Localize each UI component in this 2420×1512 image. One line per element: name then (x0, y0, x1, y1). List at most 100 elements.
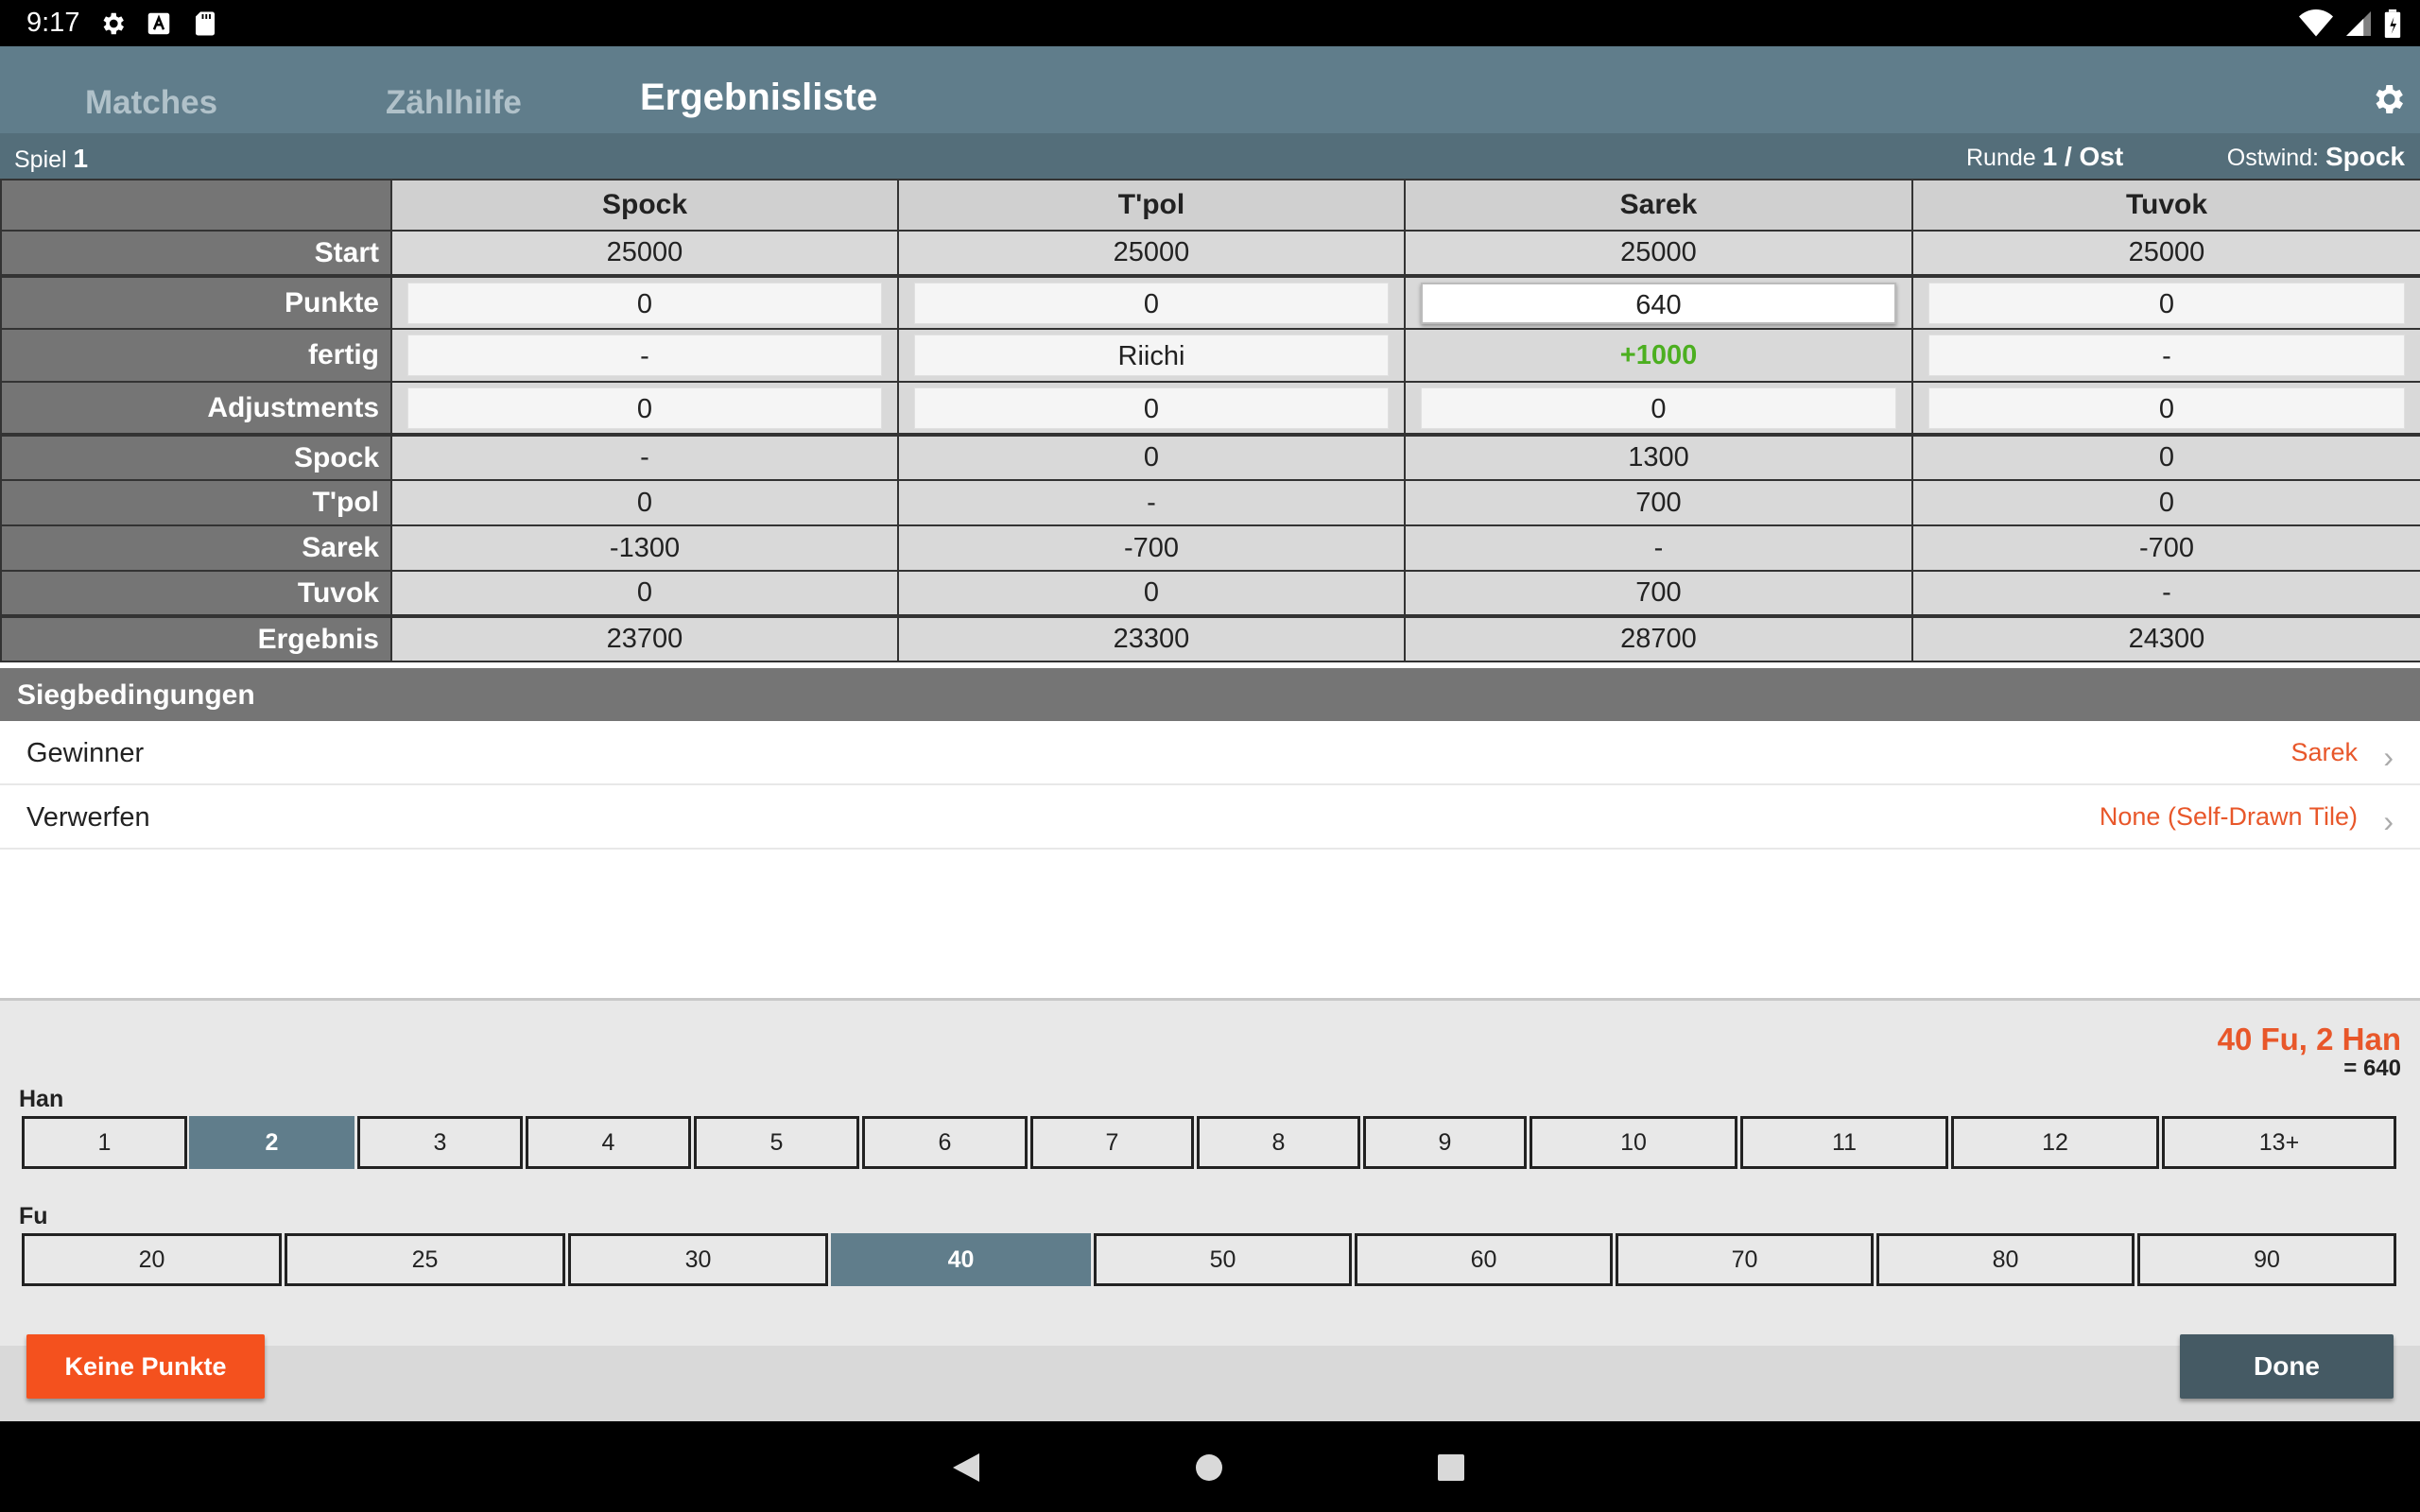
fertig-toggle[interactable]: Riichi (914, 335, 1389, 376)
back-icon[interactable] (951, 1452, 981, 1484)
start-cell: 25000 (390, 230, 899, 277)
signal-icon (2346, 11, 2371, 36)
han-option[interactable]: 1 (22, 1116, 187, 1169)
tab-ergebnisliste[interactable]: Ergebnisliste (640, 77, 877, 119)
start-cell: 25000 (1911, 230, 2420, 277)
han-option[interactable]: 6 (862, 1116, 1028, 1169)
transfer-cell: 700 (1404, 570, 1913, 617)
punkte-cell: 640 (1404, 274, 1913, 330)
han-option[interactable]: 3 (357, 1116, 523, 1169)
fu-option-selected[interactable]: 40 (831, 1233, 1091, 1286)
row-label-start: Start (0, 230, 392, 277)
row-label-transfer: Spock (0, 433, 392, 481)
home-icon[interactable] (1195, 1453, 1223, 1482)
row-label-punkte: Punkte (0, 274, 392, 330)
adjustments-cell: 0 (390, 381, 899, 436)
fertig-cell: +1000 (1404, 328, 1913, 383)
adjustments-input[interactable]: 0 (1928, 387, 2405, 429)
transfer-cell: - (390, 433, 899, 481)
fu-option[interactable]: 25 (285, 1233, 565, 1286)
score-result-points: = 640 (2343, 1056, 2401, 1081)
verwerfen-row[interactable]: Verwerfen None (Self-Drawn Tile) › (0, 785, 2420, 850)
fu-option[interactable]: 80 (1876, 1233, 2135, 1286)
runde-label: Runde (1966, 145, 2036, 171)
table-corner (0, 179, 392, 232)
fertig-cell: - (390, 328, 899, 383)
han-option[interactable]: 9 (1363, 1116, 1527, 1169)
fertig-cell: Riichi (897, 328, 1406, 383)
punkte-input-selected[interactable]: 640 (1421, 282, 1896, 324)
transfer-cell: 0 (1911, 479, 2420, 526)
fertig-row: fertig - Riichi +1000 - (0, 328, 2420, 383)
transfer-cell: -1300 (390, 524, 899, 572)
keine-punkte-button[interactable]: Keine Punkte (26, 1334, 265, 1399)
game-info-bar: Spiel 1 Runde 1 / Ost Ostwind: Spock (0, 133, 2420, 179)
row-label-transfer: Tuvok (0, 570, 392, 617)
fu-option[interactable]: 50 (1094, 1233, 1352, 1286)
transfer-row: Spock - 0 1300 0 (0, 433, 2420, 481)
han-option[interactable]: 8 (1197, 1116, 1360, 1169)
ostwind-value: Spock (2325, 142, 2405, 171)
han-option-selected[interactable]: 2 (189, 1116, 354, 1169)
adjustments-row: Adjustments 0 0 0 0 (0, 381, 2420, 436)
tab-matches[interactable]: Matches (85, 84, 217, 122)
transfer-cell: 0 (897, 433, 1406, 481)
settings-gear-icon[interactable] (2369, 80, 2407, 118)
han-option[interactable]: 13+ (2162, 1116, 2396, 1169)
transfer-cell: 700 (1404, 479, 1913, 526)
results-table: Spock T'pol Sarek Tuvok Start 25000 2500… (0, 179, 2420, 662)
han-option[interactable]: 7 (1030, 1116, 1194, 1169)
gewinner-value: Sarek (2290, 738, 2358, 766)
adjustments-input[interactable]: 0 (407, 387, 882, 429)
punkte-cell: 0 (1911, 274, 2420, 330)
ergebnis-cell: 28700 (1404, 614, 1913, 662)
status-right (2299, 9, 2401, 38)
row-label-transfer: Sarek (0, 524, 392, 572)
han-label: Han (19, 1086, 64, 1112)
tab-zaehlhilfe[interactable]: Zählhilfe (386, 84, 522, 122)
start-row: Start 25000 25000 25000 25000 (0, 230, 2420, 277)
recents-icon[interactable] (1437, 1453, 1465, 1482)
settings-status-icon (103, 12, 124, 35)
adjustments-input[interactable]: 0 (914, 387, 1389, 429)
score-result: 40 Fu, 2 Han (2217, 1022, 2401, 1057)
han-option[interactable]: 5 (694, 1116, 859, 1169)
han-option[interactable]: 10 (1530, 1116, 1737, 1169)
transfer-row: T'pol 0 - 700 0 (0, 479, 2420, 526)
player-header: Spock (390, 179, 899, 232)
ergebnis-cell: 23700 (390, 614, 899, 662)
punkte-input[interactable]: 0 (407, 282, 882, 324)
ostwind-label: Ostwind: (2226, 145, 2320, 171)
adjustments-input[interactable]: 0 (1421, 387, 1896, 429)
keyboard-status-icon (147, 12, 170, 35)
fu-option[interactable]: 90 (2137, 1233, 2396, 1286)
fertig-toggle[interactable]: - (407, 335, 882, 376)
han-option[interactable]: 11 (1740, 1116, 1948, 1169)
fu-option[interactable]: 70 (1616, 1233, 1874, 1286)
transfer-cell: 0 (1911, 433, 2420, 481)
transfer-cell: -700 (1911, 524, 2420, 572)
battery-icon (2384, 9, 2401, 38)
scoring-panel: 40 Fu, 2 Han = 640 Han 1 2 3 4 5 6 7 8 9… (0, 998, 2420, 1424)
spiel-value: 1 (73, 144, 89, 173)
fu-option[interactable]: 30 (568, 1233, 828, 1286)
transfer-row: Sarek -1300 -700 - -700 (0, 524, 2420, 572)
fertig-toggle[interactable]: - (1928, 335, 2405, 376)
adjustments-cell: 0 (1404, 381, 1913, 436)
punkte-input[interactable]: 0 (914, 282, 1389, 324)
fertig-cell: - (1911, 328, 2420, 383)
fertig-bonus: +1000 (1619, 339, 1698, 370)
han-option[interactable]: 4 (526, 1116, 691, 1169)
player-header: Tuvok (1911, 179, 2420, 232)
transfer-cell: - (1404, 524, 1913, 572)
row-label-adjustments: Adjustments (0, 381, 392, 436)
done-button[interactable]: Done (2180, 1334, 2394, 1399)
punkte-input[interactable]: 0 (1928, 282, 2405, 324)
fu-option[interactable]: 20 (22, 1233, 282, 1286)
gewinner-row[interactable]: Gewinner Sarek › (0, 721, 2420, 785)
punkte-row: Punkte 0 0 640 0 (0, 274, 2420, 330)
start-cell: 25000 (1404, 230, 1913, 277)
han-option[interactable]: 12 (1951, 1116, 2159, 1169)
fu-option[interactable]: 60 (1355, 1233, 1613, 1286)
transfer-row: Tuvok 0 0 700 - (0, 570, 2420, 617)
